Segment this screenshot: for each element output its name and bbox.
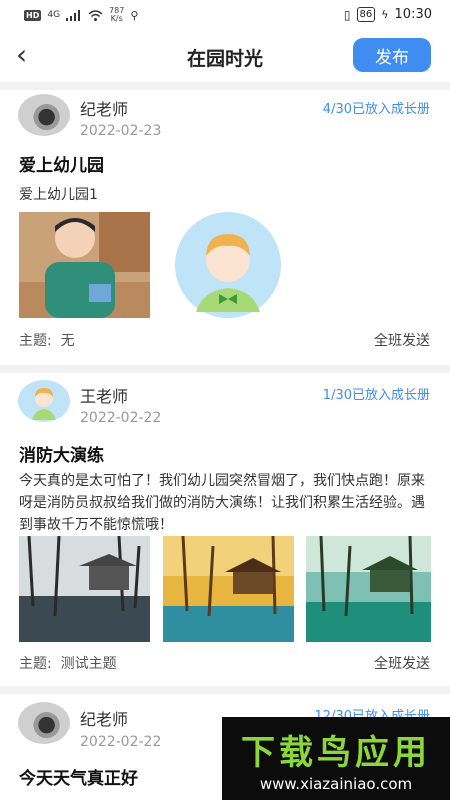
clock: 10:30: [394, 7, 432, 22]
battery-indicator: 86: [356, 7, 376, 22]
topic-label: 主题:: [19, 333, 52, 349]
hd-badge: HD: [24, 9, 42, 21]
watermark-url: www.xiazainiao.com: [259, 775, 413, 793]
post-desc: 爱上幼儿园1: [19, 187, 98, 203]
send-scope[interactable]: 全班发送: [374, 330, 430, 350]
child-photo[interactable]: [19, 212, 150, 318]
post-desc: 今天真的是太可怕了！我们幼儿园突然冒烟了，我们快点跑！原来呀是消防员叔叔给我们做…: [19, 473, 425, 533]
speed-unit: K/s: [110, 14, 123, 23]
watermark-banner: 下载鸟应用 www.xiazainiao.com: [222, 717, 450, 800]
fire-drill-photo-2[interactable]: [163, 536, 294, 642]
teacher-name: 纪老师: [80, 100, 129, 119]
usb-icon: ⚲: [130, 8, 139, 22]
status-left: HD 4G 787 K/s ⚲: [24, 7, 138, 23]
network-label: 4G: [47, 10, 61, 20]
teacher-name: 王老师: [80, 387, 129, 406]
fire-drill-photo-1[interactable]: [19, 536, 150, 642]
post-title: 爱上幼儿园: [19, 156, 104, 176]
publish-button[interactable]: 发布: [353, 38, 431, 72]
network-speed: 787 K/s: [109, 7, 124, 23]
growth-status[interactable]: 4/30已放入成长册: [323, 98, 430, 117]
post-date: 2022-02-22: [80, 734, 162, 750]
avatar: [18, 702, 70, 744]
post-date: 2022-02-22: [80, 410, 162, 426]
avatar: [18, 380, 70, 422]
topic-label: 主题:: [19, 656, 52, 672]
fire-drill-photo-3[interactable]: [306, 536, 431, 642]
watermark-title: 下载鸟应用: [241, 733, 431, 773]
post-title: 消防大演练: [19, 446, 104, 466]
wifi-icon: [88, 9, 103, 21]
status-bar: HD 4G 787 K/s ⚲ ▯ 86 ϟ 10:30: [0, 0, 450, 32]
section-divider: [0, 82, 450, 90]
topic-value: 测试主题: [60, 656, 117, 672]
charging-icon: ϟ: [381, 8, 389, 21]
post-title: 今天天气真正好: [19, 769, 138, 789]
growth-status[interactable]: 1/30已放入成长册: [323, 384, 430, 403]
status-right: ▯ 86 ϟ 10:30: [344, 7, 432, 22]
app-header: ‹ 在园时光 发布: [0, 32, 450, 82]
post-card[interactable]: 王老师 2022-02-22 1/30已放入成长册 消防大演练 今天真的是太可怕…: [0, 373, 450, 685]
signal-icon: [66, 9, 81, 21]
post-date: 2022-02-23: [80, 123, 162, 139]
topic-value: 无: [60, 333, 75, 349]
section-divider: [0, 365, 450, 373]
vibrate-icon: ▯: [343, 7, 351, 22]
post-card[interactable]: 纪老师 2022-02-23 4/30已放入成长册 爱上幼儿园 爱上幼儿园1 主…: [0, 90, 450, 364]
send-scope[interactable]: 全班发送: [374, 653, 430, 673]
avatar: [18, 94, 70, 136]
default-avatar-image[interactable]: [163, 212, 294, 318]
section-divider: [0, 686, 450, 694]
post-topic: 主题: 无: [19, 330, 75, 350]
post-topic: 主题: 测试主题: [19, 653, 117, 673]
teacher-name: 纪老师: [80, 710, 129, 729]
